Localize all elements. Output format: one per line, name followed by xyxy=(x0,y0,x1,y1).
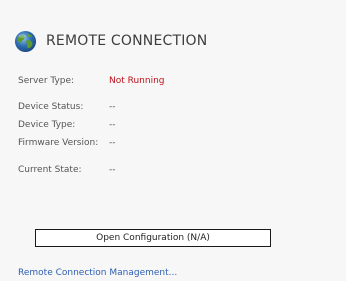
field-row-device-type: Device Type: -- xyxy=(18,120,116,131)
remote-connection-management-link[interactable]: Remote Connection Management... xyxy=(18,268,177,278)
device-status-label: Device Status: xyxy=(18,102,84,112)
field-row-current-state: Current State: -- xyxy=(18,165,116,176)
current-state-value: -- xyxy=(109,165,116,175)
page-title: REMOTE CONNECTION xyxy=(46,33,208,49)
field-row-server-type: Server Type: Not Running xyxy=(18,76,165,87)
field-row-firmware-version: Firmware Version: -- xyxy=(18,138,116,149)
firmware-version-value: -- xyxy=(109,138,116,148)
server-type-value: Not Running xyxy=(109,76,165,86)
device-type-value: -- xyxy=(109,120,116,130)
device-type-label: Device Type: xyxy=(18,120,76,130)
current-state-label: Current State: xyxy=(18,165,82,175)
open-configuration-button[interactable]: Open Configuration (N/A) xyxy=(35,229,271,247)
field-row-device-status: Device Status: -- xyxy=(18,102,116,113)
server-type-label: Server Type: xyxy=(18,76,75,86)
device-status-value: -- xyxy=(109,102,116,112)
remote-connection-panel: REMOTE CONNECTION Server Type: Not Runnin… xyxy=(0,0,346,281)
panel-header: REMOTE CONNECTION xyxy=(14,27,207,55)
globe-icon xyxy=(14,30,37,52)
firmware-version-label: Firmware Version: xyxy=(18,138,99,148)
